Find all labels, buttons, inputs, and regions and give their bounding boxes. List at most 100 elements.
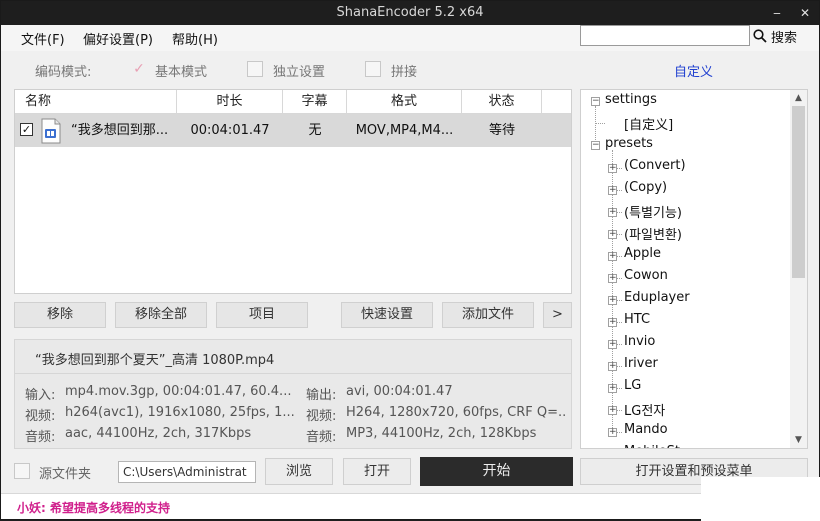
minimize-button[interactable]: ‒ [765, 1, 789, 25]
tree-node-preset[interactable]: Iriver [624, 356, 658, 371]
output-path-input[interactable]: C:\Users\Administrat [118, 461, 256, 483]
tree-node-preset[interactable]: (Convert) [624, 158, 686, 173]
presets-expander[interactable]: − [591, 141, 600, 150]
preset-expander-icon[interactable]: + [608, 274, 617, 283]
menu-preferences[interactable]: 偏好设置(P) [83, 29, 153, 48]
start-button[interactable]: 开始 [420, 457, 573, 486]
column-subtitle[interactable]: 字幕 [283, 90, 347, 114]
video-in-value: h264(avc1), 1916x1080, 25fps, 1... [65, 405, 295, 420]
file-list-header: 名称 时长 字幕 格式 状态 [15, 90, 571, 114]
browse-button[interactable]: 浏览 [265, 458, 333, 485]
row-name: “我多想回到那... [71, 123, 169, 138]
preset-tree[interactable]: − settings [自定义] − presets + (Convert) + (C… [580, 89, 808, 449]
window-title: ShanaEncoder 5.2 x64 [336, 5, 484, 20]
close-button[interactable]: ✕ [793, 1, 817, 25]
tree-node-preset[interactable]: (Copy) [624, 180, 667, 195]
add-file-button[interactable]: 添加文件 [442, 302, 534, 328]
quick-settings-button[interactable]: 快速设置 [341, 302, 433, 328]
app-window: ShanaEncoder 5.2 x64 ‒ ✕ 文件(F) 偏好设置(P) 帮… [0, 0, 820, 521]
source-folder-label: 源文件夹 [39, 467, 92, 482]
video-out-value: H264, 1280x720, 60fps, CRF Q=... [346, 405, 566, 420]
status-message: 小妖: 希望提高多线程的支持 [17, 501, 170, 515]
preset-expander-icon[interactable]: + [608, 252, 617, 261]
column-status[interactable]: 状态 [462, 90, 542, 114]
input-label: 输入: [25, 388, 56, 403]
tree-node-settings[interactable]: settings [605, 92, 657, 107]
audio-in-label: 音频: [25, 430, 56, 445]
file-list[interactable]: 名称 时长 字幕 格式 状态 ✓ “我多想回到那... 00:04:01.47 … [14, 89, 572, 294]
tree-node-preset[interactable]: MobileSt... [624, 444, 692, 448]
search-button-label: 搜索 [771, 30, 798, 46]
search-input[interactable] [580, 25, 750, 46]
more-button[interactable]: > [543, 302, 572, 328]
row-duration: 00:04:01.47 [190, 123, 270, 138]
audio-out-value: MP3, 44100Hz, 2ch, 128Kbps [346, 426, 537, 441]
preset-expander-icon[interactable]: + [608, 186, 617, 195]
preset-expander-icon[interactable]: + [608, 318, 617, 327]
preset-expander-icon[interactable]: + [608, 164, 617, 173]
tree-node-custom[interactable]: [自定义] [624, 114, 673, 133]
scroll-down-icon[interactable]: ▼ [790, 432, 807, 448]
source-folder-checkbox[interactable] [14, 463, 30, 479]
scroll-up-icon[interactable]: ▲ [790, 90, 807, 106]
tree-scrollbar[interactable]: ▲ ▼ [790, 90, 807, 448]
output-value: avi, 00:04:01.47 [346, 384, 453, 399]
title-bar: ShanaEncoder 5.2 x64 ‒ ✕ [1, 1, 819, 25]
preset-expander-icon[interactable]: + [608, 340, 617, 349]
search-icon [753, 29, 767, 43]
video-file-icon [41, 118, 61, 144]
info-divider [15, 373, 571, 374]
concat-label: 拼接 [391, 65, 418, 80]
tree-node-preset[interactable]: Cowon [624, 268, 668, 283]
row-status: 等待 [488, 123, 515, 138]
tree-node-preset[interactable]: Mando [624, 422, 668, 437]
preset-expander-icon[interactable]: + [608, 208, 617, 217]
tree-node-preset[interactable]: Eduplayer [624, 290, 690, 305]
row-subtitle: 无 [308, 123, 322, 138]
preset-expander-icon[interactable]: + [608, 362, 617, 371]
preset-expander-icon[interactable]: + [608, 428, 617, 437]
audio-in-value: aac, 44100Hz, 2ch, 317Kbps [65, 426, 252, 441]
row-checkbox[interactable]: ✓ [20, 123, 33, 136]
tree-node-preset[interactable]: (특별기능) [624, 202, 682, 221]
selected-filename: “我多想回到那个夏天”_高清 1080P.mp4 [35, 353, 275, 368]
preset-expander-icon[interactable]: + [608, 384, 617, 393]
independent-settings-label: 独立设置 [273, 65, 326, 80]
preset-expander-icon[interactable]: + [608, 296, 617, 305]
independent-settings-checkbox[interactable] [247, 61, 263, 77]
tree-node-preset[interactable]: (파일변환) [624, 224, 682, 243]
column-name[interactable]: 名称 [15, 90, 177, 114]
concat-checkbox[interactable] [365, 61, 381, 77]
project-button[interactable]: 项目 [216, 302, 308, 328]
remove-all-button[interactable]: 移除全部 [115, 302, 207, 328]
output-label: 输出: [306, 388, 337, 403]
tree-node-preset[interactable]: HTC [624, 312, 650, 327]
preset-expander-icon[interactable]: + [608, 230, 617, 239]
open-button[interactable]: 打开 [343, 458, 411, 485]
encoding-mode-label: 编码模式: [35, 65, 92, 80]
tree-node-preset[interactable]: LG전자 [624, 400, 665, 419]
tree-node-preset[interactable]: LG [624, 378, 641, 393]
settings-expander[interactable]: − [591, 97, 600, 106]
column-duration[interactable]: 时长 [177, 90, 283, 114]
preset-expander-icon[interactable]: + [608, 406, 617, 415]
column-format[interactable]: 格式 [347, 90, 462, 114]
status-bar: 小妖: 希望提高多线程的支持 [1, 493, 819, 519]
search-button[interactable]: 搜索 [753, 26, 797, 46]
scroll-thumb[interactable] [792, 106, 805, 278]
basic-mode-checkbox[interactable]: ✓ [131, 61, 147, 77]
custom-link[interactable]: 自定义 [674, 61, 713, 80]
remove-button[interactable]: 移除 [14, 302, 106, 328]
tree-node-preset[interactable]: Invio [624, 334, 655, 349]
media-info-panel: “我多想回到那个夏天”_高清 1080P.mp4 输入: mp4.mov.3gp… [14, 339, 572, 449]
table-row[interactable]: ✓ “我多想回到那... 00:04:01.47 无 MOV,MP4,M4...… [15, 114, 571, 147]
menu-help[interactable]: 帮助(H) [172, 29, 218, 48]
menu-file[interactable]: 文件(F) [21, 29, 65, 48]
video-in-label: 视频: [25, 409, 56, 424]
input-value: mp4.mov.3gp, 00:04:01.47, 60.4... [65, 384, 292, 399]
tree-node-preset[interactable]: Apple [624, 246, 661, 261]
audio-out-label: 音频: [306, 430, 337, 445]
tree-node-presets[interactable]: presets [605, 136, 653, 151]
video-out-label: 视频: [306, 409, 337, 424]
row-format: MOV,MP4,M4... [355, 123, 454, 138]
